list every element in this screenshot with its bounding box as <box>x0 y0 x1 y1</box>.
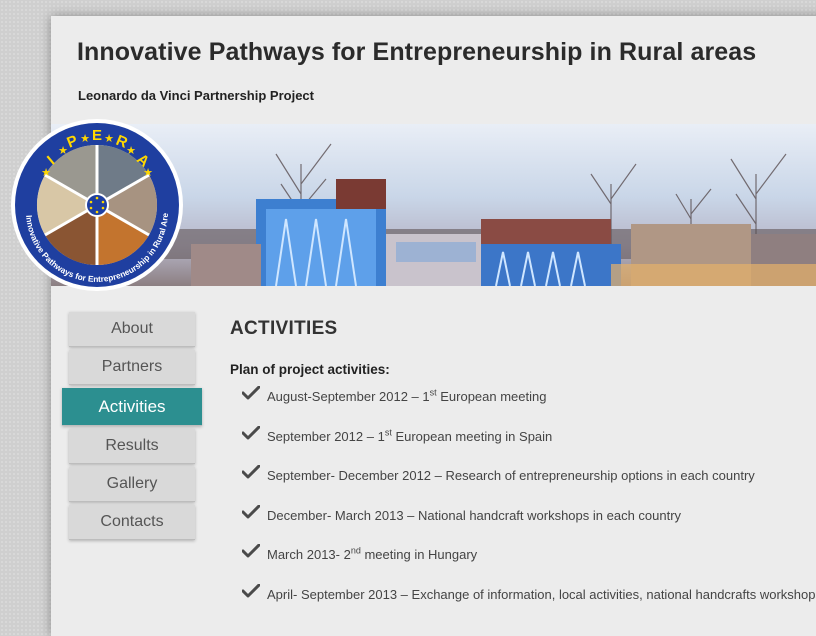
activity-text: September 2012 – 1st European meeting in… <box>267 427 553 444</box>
site-subtitle: Leonardo da Vinci Partnership Project <box>78 88 314 103</box>
checkmark-icon <box>242 386 260 400</box>
svg-text:★: ★ <box>104 132 114 145</box>
main-content: ACTIVITIES Plan of project activities: A… <box>230 318 816 626</box>
site-title: Innovative Pathways for Entrepreneurship… <box>77 38 757 66</box>
svg-text:★: ★ <box>126 144 136 157</box>
svg-text:★: ★ <box>58 144 68 157</box>
checkmark-icon <box>242 583 260 597</box>
svg-text:★: ★ <box>143 166 153 179</box>
activity-text: April- September 2013 – Exchange of info… <box>267 586 816 602</box>
nav-item-gallery[interactable]: Gallery <box>69 467 195 502</box>
svg-text:★: ★ <box>80 132 90 145</box>
nav-item-partners[interactable]: Partners <box>69 350 195 385</box>
ipera-logo[interactable]: I P E R A ★ ★ ★ ★ ★ ★ Innovative Pathways f… <box>6 108 186 294</box>
nav-item-results[interactable]: Results <box>69 429 195 464</box>
list-item: March 2013- 2nd meeting in Hungary <box>230 544 816 587</box>
checkmark-icon <box>242 544 260 558</box>
list-item: April- September 2013 – Exchange of info… <box>230 583 816 627</box>
sidebar-nav: About Partners Activities Results Galler… <box>62 312 202 543</box>
activity-text: August-September 2012 – 1st European mee… <box>267 387 547 404</box>
nav-item-activities[interactable]: Activities <box>62 388 202 426</box>
nav-item-contacts[interactable]: Contacts <box>69 505 195 540</box>
page-heading: ACTIVITIES <box>230 318 338 339</box>
checkmark-icon <box>242 504 260 518</box>
list-item: September- December 2012 – Research of e… <box>230 465 816 508</box>
activities-list: August-September 2012 – 1st European mee… <box>230 386 816 627</box>
nav-item-about[interactable]: About <box>69 312 195 347</box>
activity-text: December- March 2013 – National handcraf… <box>267 507 682 523</box>
list-item: August-September 2012 – 1st European mee… <box>230 386 816 429</box>
svg-text:E: E <box>92 127 102 144</box>
activity-text: March 2013- 2nd meeting in Hungary <box>267 545 478 562</box>
svg-text:★: ★ <box>41 166 51 179</box>
list-item: December- March 2013 – National handcraf… <box>230 504 816 548</box>
checkmark-icon <box>242 425 260 439</box>
plan-heading: Plan of project activities: <box>230 362 390 377</box>
checkmark-icon <box>242 465 260 479</box>
list-item: September 2012 – 1st European meeting in… <box>230 425 816 469</box>
activity-text: September- December 2012 – Research of e… <box>267 468 755 483</box>
